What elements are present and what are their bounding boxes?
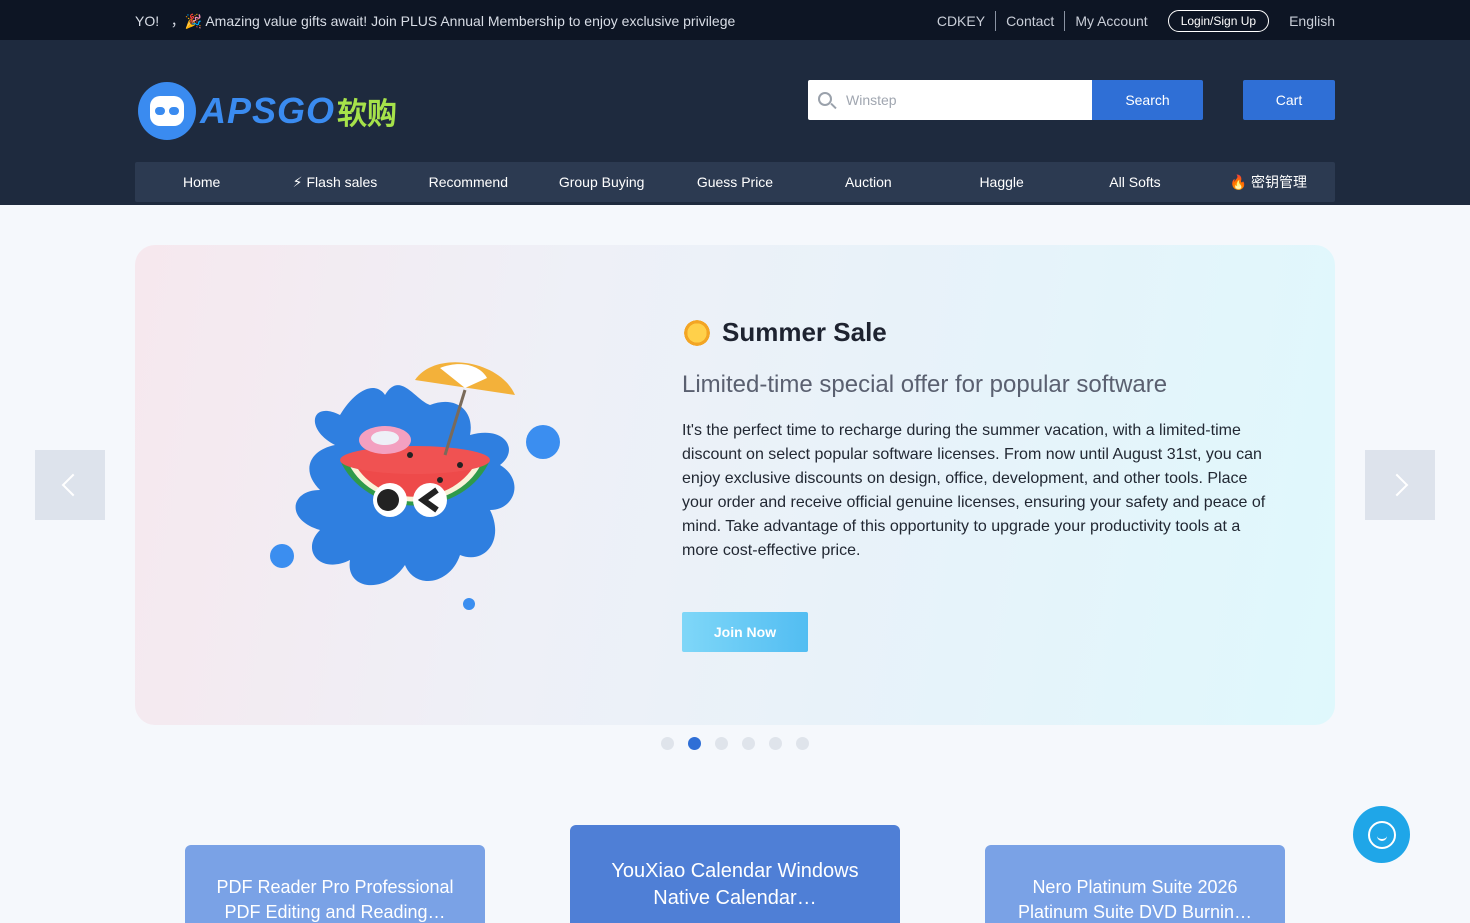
fire-icon: 🔥 — [1229, 173, 1247, 190]
product-card-title-line1: YouXiao Calendar Windows — [611, 860, 859, 882]
carousel-prev-button[interactable] — [35, 450, 105, 520]
banner-title-text: Summer Sale — [722, 317, 887, 347]
logo-mascot-icon — [138, 82, 196, 140]
nav-item-guess-price[interactable]: Guess Price — [668, 162, 801, 202]
product-card-title-line1: Nero Platinum Suite 2026 — [1032, 877, 1238, 897]
customer-service-button[interactable] — [1353, 806, 1410, 863]
nav-item-flash-sales[interactable]: ⚡ Flash sales — [268, 162, 401, 202]
nav-item-label: 密钥管理 — [1251, 174, 1307, 190]
carousel-dot[interactable] — [796, 737, 809, 750]
logo-text: APSGO — [200, 90, 336, 131]
product-card[interactable]: PDF Reader Pro Professional PDF Editing … — [185, 845, 485, 923]
nav-item-all-softs[interactable]: All Softs — [1068, 162, 1201, 202]
search-bar: Search — [808, 80, 1203, 120]
contact-link[interactable]: Contact — [995, 11, 1064, 31]
nav-item-key-management[interactable]: 🔥 密钥管理 — [1202, 162, 1335, 202]
carousel-dot[interactable] — [742, 737, 755, 750]
carousel-dot[interactable] — [661, 737, 674, 750]
carousel-dot[interactable] — [715, 737, 728, 750]
search-box — [808, 80, 1092, 120]
nav-item-label: Flash sales — [306, 174, 378, 190]
search-button[interactable]: Search — [1092, 80, 1203, 120]
nav-item-label: All Softs — [1109, 174, 1161, 190]
chat-smile-icon — [1367, 820, 1396, 849]
carousel-dot[interactable] — [769, 737, 782, 750]
chevron-right-icon — [1385, 473, 1409, 497]
site-logo[interactable]: APSGO 软购 — [138, 82, 397, 140]
product-card-title-line2: Platinum Suite DVD Burnin… — [1017, 902, 1253, 922]
join-now-button[interactable]: Join Now — [682, 612, 808, 652]
watermelon-splash-illustration — [270, 362, 560, 610]
nav-item-label: Guess Price — [696, 174, 774, 190]
nav-item-label: Group Buying — [558, 174, 645, 190]
nav-item-home[interactable]: Home — [135, 162, 268, 202]
carousel-next-button[interactable] — [1365, 450, 1435, 520]
carousel-dot-active[interactable] — [688, 737, 701, 750]
search-input[interactable] — [846, 80, 1086, 120]
nav-item-label: Home — [182, 174, 221, 190]
sun-icon — [682, 317, 712, 348]
product-card[interactable]: Nero Platinum Suite 2026 Platinum Suite … — [985, 845, 1285, 923]
cart-button[interactable]: Cart — [1243, 80, 1335, 120]
lightning-icon: ⚡ — [292, 173, 303, 190]
banner-subtitle: Limited-time special offer for popular s… — [682, 371, 1168, 398]
search-icon — [818, 92, 832, 106]
cdkey-link[interactable]: CDKEY — [927, 11, 995, 31]
nav-item-haggle[interactable]: Haggle — [935, 162, 1068, 202]
hero-banner: Summer Sale Limited-time special offer f… — [135, 245, 1335, 725]
top-links: CDKEY Contact My Account Login/Sign Up E… — [927, 9, 1335, 33]
my-account-link[interactable]: My Account — [1064, 11, 1157, 31]
nav-item-label: Auction — [844, 174, 892, 190]
nav-item-recommend[interactable]: Recommend — [402, 162, 535, 202]
site-header: APSGO 软购 Search Cart Home ⚡Flash sales R… — [0, 40, 1470, 205]
nav-item-label: Haggle — [979, 174, 1024, 190]
product-card-title-line2: PDF Editing and Reading… — [224, 902, 446, 922]
logo-cn-text: 软购 — [337, 98, 398, 131]
nav-item-group-buying[interactable]: Group Buying — [535, 162, 668, 202]
nav-item-label: Recommend — [428, 174, 508, 190]
main-nav: Home ⚡ Flash sales Recommend Group Buying… — [135, 162, 1335, 202]
product-card-title-line1: PDF Reader Pro Professional — [216, 877, 454, 897]
nav-item-auction[interactable]: Auction — [802, 162, 935, 202]
login-signup-button[interactable]: Login/Sign Up — [1167, 10, 1270, 32]
product-card-featured[interactable]: YouXiao Calendar Windows Native Calendar… — [570, 825, 900, 923]
announcement-text: YO! ，🎉 Amazing value gifts await! Join P… — [135, 13, 735, 29]
product-card-title-line2: Native Calendar… — [653, 887, 817, 909]
carousel-indicators — [661, 737, 823, 750]
banner-description: It's the perfect time to recharge during… — [682, 422, 1266, 559]
language-selector[interactable]: English — [1289, 9, 1335, 33]
top-bar: YO! ，🎉 Amazing value gifts await! Join P… — [0, 0, 1470, 40]
banner-title: Summer Sale — [682, 317, 887, 348]
chevron-left-icon — [61, 473, 85, 497]
